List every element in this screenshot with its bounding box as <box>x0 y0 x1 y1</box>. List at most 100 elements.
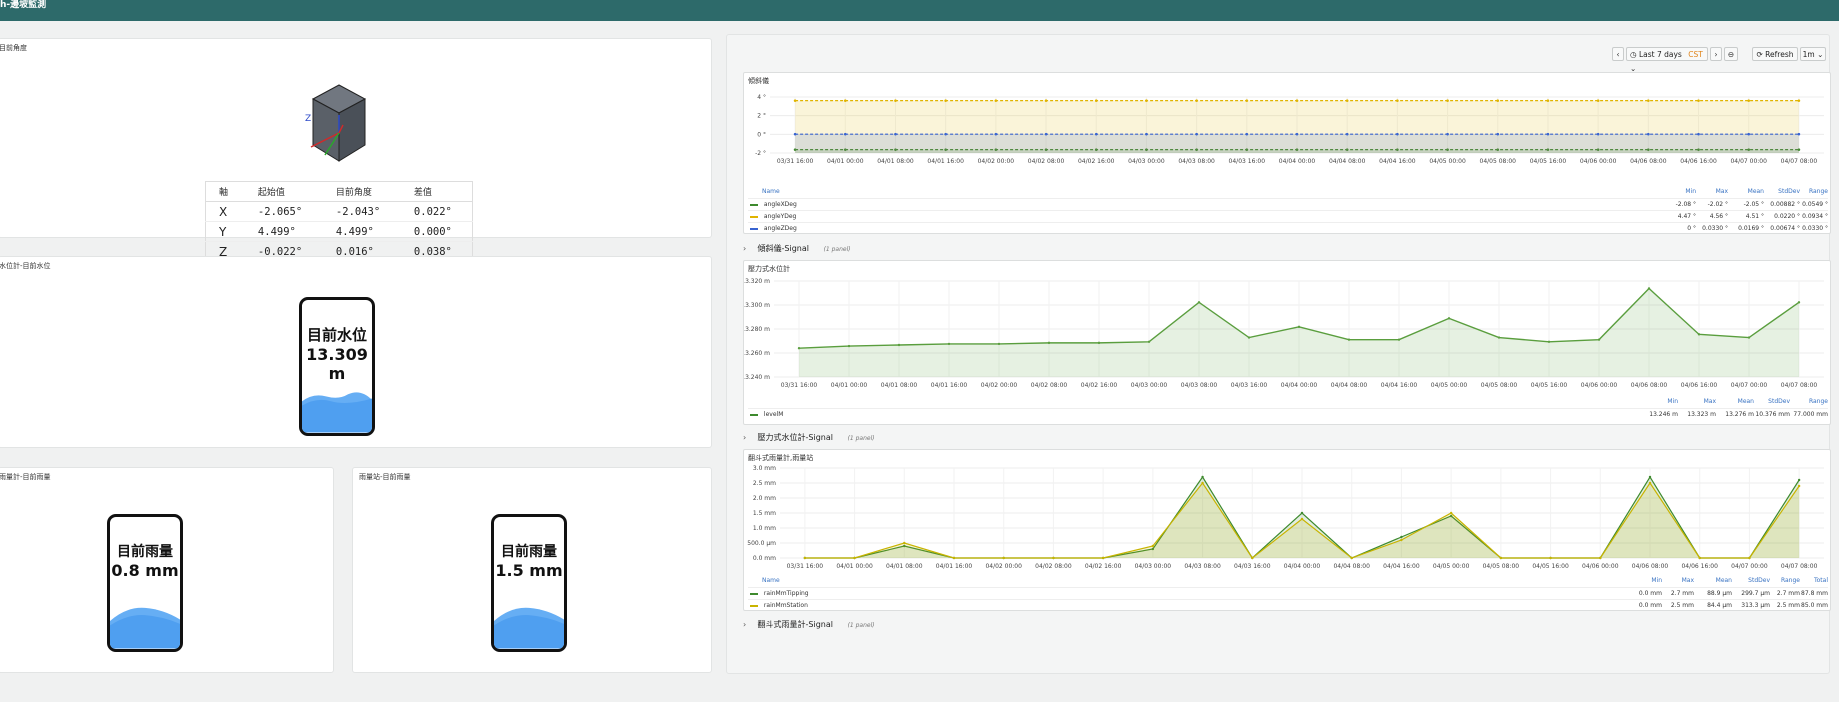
data-point-rainMmStation[interactable] <box>952 556 956 560</box>
data-point-levelM[interactable] <box>1097 341 1101 345</box>
data-point-angleYDeg[interactable] <box>1345 99 1349 102</box>
data-point-angleZDeg[interactable] <box>1195 132 1198 136</box>
data-point-levelM[interactable] <box>1497 336 1501 339</box>
data-point-angleZDeg[interactable] <box>1044 132 1048 136</box>
row-header-level-signal[interactable]: › 壓力式水位計-Signal (1 panel) <box>743 430 1831 446</box>
data-point-rainMmStation[interactable] <box>1151 544 1155 548</box>
data-point-levelM[interactable] <box>1697 333 1701 336</box>
data-point-levelM[interactable] <box>1197 301 1201 304</box>
rain-chart[interactable]: 3.0 mm 2.5 mm 2.0 mm 1.5 mm 1.0 mm 500.0 µm 0.… <box>744 464 1832 586</box>
legend-row[interactable]: angleXDeg -2.08 ° -2.02 ° -2.05 ° 0.0088… <box>748 198 1828 210</box>
data-point-rainMmTipping[interactable] <box>1648 475 1652 479</box>
data-point-levelM[interactable] <box>1547 340 1551 343</box>
data-point-rainMmStation[interactable] <box>1052 556 1055 560</box>
data-point-rainMmStation[interactable] <box>1350 556 1353 560</box>
data-point-rainMmStation[interactable] <box>1698 556 1701 560</box>
data-point-levelM[interactable] <box>897 343 901 347</box>
data-point-angleZDeg[interactable] <box>1245 132 1249 136</box>
data-point-levelM[interactable] <box>1597 338 1601 341</box>
data-point-rainMmTipping[interactable] <box>1201 475 1204 479</box>
data-point-rainMmStation[interactable] <box>803 556 807 560</box>
legend-row[interactable]: levelM 13.246 m 13.323 m 13.276 m 10.376… <box>748 408 1828 420</box>
data-point-angleYDeg[interactable] <box>1145 99 1148 102</box>
data-point-angleZDeg[interactable] <box>1647 132 1650 136</box>
data-point-angleYDeg[interactable] <box>1647 99 1650 102</box>
data-point-angleZDeg[interactable] <box>1094 132 1098 136</box>
data-point-rainMmStation[interactable] <box>1300 517 1304 521</box>
data-point-levelM[interactable] <box>1747 336 1751 339</box>
data-point-angleZDeg[interactable] <box>1345 132 1349 136</box>
data-point-rainMmStation[interactable] <box>1101 556 1105 560</box>
data-point-rainMmStation[interactable] <box>1748 556 1751 560</box>
data-point-rainMmTipping[interactable] <box>1797 478 1801 482</box>
data-point-levelM[interactable] <box>1247 336 1251 339</box>
data-point-angleYDeg[interactable] <box>1396 99 1399 102</box>
data-point-angleZDeg[interactable] <box>1797 132 1801 136</box>
data-point-rainMmTipping[interactable] <box>1300 511 1304 515</box>
data-point-angleZDeg[interactable] <box>994 132 998 136</box>
legend-row[interactable]: angleYDeg 4.47 ° 4.56 ° 4.51 ° 0.0220 ° … <box>748 210 1828 222</box>
data-point-angleZDeg[interactable] <box>1546 132 1550 136</box>
data-point-angleYDeg[interactable] <box>1747 99 1751 102</box>
data-point-rainMmStation[interactable] <box>1002 556 1005 560</box>
data-point-angleZDeg[interactable] <box>793 132 797 136</box>
water-level-chart[interactable]: 13.320 m 13.300 m 13.280 m 13.260 m 13.240 m… <box>744 275 1832 407</box>
data-point-rainMmStation[interactable] <box>1797 484 1801 488</box>
data-point-angleYDeg[interactable] <box>1797 99 1801 102</box>
time-back-button[interactable]: ‹ <box>1612 47 1624 61</box>
data-point-angleYDeg[interactable] <box>1446 99 1449 102</box>
data-point-angleZDeg[interactable] <box>1396 132 1399 136</box>
data-point-rainMmStation[interactable] <box>1549 556 1552 560</box>
data-point-angleYDeg[interactable] <box>994 99 998 102</box>
data-point-levelM[interactable] <box>1447 317 1451 320</box>
row-header-tilt-signal[interactable]: › 傾斜儀-Signal (1 panel) <box>743 241 1831 257</box>
time-range-picker[interactable]: ◷ Last 7 days CST ⌄ <box>1626 47 1708 73</box>
data-point-angleYDeg[interactable] <box>1546 99 1550 102</box>
data-point-rainMmStation[interactable] <box>853 556 856 560</box>
refresh-button[interactable]: ⟳ Refresh <box>1752 47 1798 61</box>
data-point-angleZDeg[interactable] <box>1145 132 1148 136</box>
zoom-out-button[interactable]: ⊖ <box>1724 47 1738 61</box>
data-point-rainMmTipping[interactable] <box>1400 535 1403 539</box>
data-point-levelM[interactable] <box>1647 287 1651 290</box>
data-point-angleZDeg[interactable] <box>944 132 947 136</box>
data-point-levelM[interactable] <box>947 342 951 346</box>
legend-row[interactable]: rainMmTipping 0.0 mm 2.7 mm 88.9 µm 299.… <box>748 587 1828 599</box>
data-point-levelM[interactable] <box>1047 341 1051 345</box>
data-point-angleZDeg[interactable] <box>1295 132 1299 136</box>
data-point-angleYDeg[interactable] <box>894 99 897 102</box>
data-point-rainMmStation[interactable] <box>1400 538 1403 542</box>
data-point-angleZDeg[interactable] <box>1496 132 1500 136</box>
data-point-rainMmStation[interactable] <box>1599 556 1602 560</box>
time-forward-button[interactable]: › <box>1710 47 1722 61</box>
data-point-rainMmStation[interactable] <box>1499 556 1503 560</box>
legend-row[interactable]: rainMmStation 0.0 mm 2.5 mm 84.4 µm 313.… <box>748 599 1828 611</box>
data-point-angleZDeg[interactable] <box>894 132 897 136</box>
data-point-angleYDeg[interactable] <box>1094 99 1098 102</box>
data-point-levelM[interactable] <box>1797 301 1801 304</box>
data-point-angleYDeg[interactable] <box>793 99 797 102</box>
refresh-interval-picker[interactable]: 1m ⌄ <box>1800 47 1826 61</box>
data-point-angleYDeg[interactable] <box>944 99 947 102</box>
data-point-levelM[interactable] <box>1297 325 1301 329</box>
data-point-angleYDeg[interactable] <box>1596 99 1600 102</box>
legend-row[interactable]: angleZDeg 0 ° 0.0330 ° 0.0169 ° 0.00674 … <box>748 222 1828 234</box>
data-point-angleYDeg[interactable] <box>1295 99 1299 102</box>
data-point-angleZDeg[interactable] <box>843 132 847 136</box>
data-point-levelM[interactable] <box>847 344 851 348</box>
data-point-levelM[interactable] <box>997 342 1001 346</box>
data-point-levelM[interactable] <box>1397 338 1401 341</box>
data-point-angleZDeg[interactable] <box>1747 132 1751 136</box>
data-point-rainMmStation[interactable] <box>1251 556 1254 560</box>
data-point-angleZDeg[interactable] <box>1697 132 1700 136</box>
data-point-angleZDeg[interactable] <box>1446 132 1449 136</box>
data-point-levelM[interactable] <box>797 347 801 350</box>
data-point-rainMmStation[interactable] <box>1201 481 1204 485</box>
data-point-angleYDeg[interactable] <box>1697 99 1700 102</box>
data-point-angleYDeg[interactable] <box>1245 99 1249 102</box>
data-point-angleYDeg[interactable] <box>1195 99 1198 102</box>
data-point-levelM[interactable] <box>1147 340 1151 343</box>
data-point-angleZDeg[interactable] <box>1596 132 1600 136</box>
data-point-rainMmStation[interactable] <box>1449 511 1453 515</box>
data-point-rainMmStation[interactable] <box>1648 481 1652 485</box>
